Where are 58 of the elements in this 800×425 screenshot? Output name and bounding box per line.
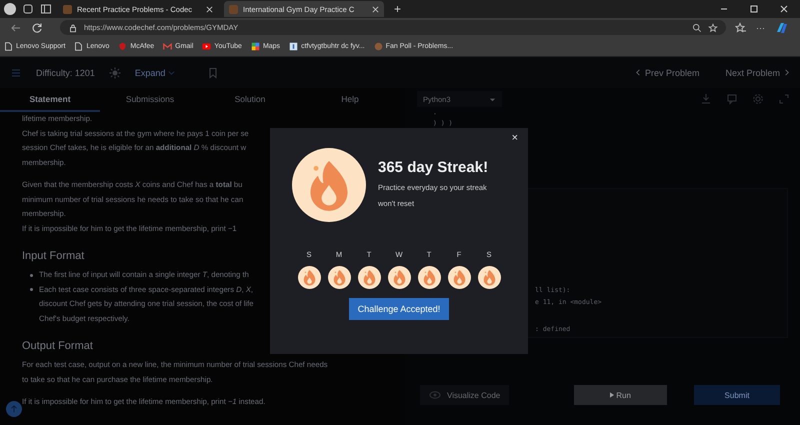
zoom-icon[interactable] <box>692 22 702 32</box>
maximize-icon[interactable] <box>749 4 759 14</box>
page-icon <box>4 42 13 51</box>
expand-dropdown[interactable]: Expand <box>134 68 176 78</box>
close-icon[interactable] <box>779 4 789 14</box>
close-icon[interactable] <box>206 6 213 12</box>
tab-actions-icon[interactable] <box>40 3 52 15</box>
prev-problem-button[interactable]: Prev Problem <box>634 68 700 78</box>
flame-icon <box>298 266 320 289</box>
profile-avatar[interactable] <box>4 3 16 15</box>
play-icon <box>610 392 614 398</box>
flame-icon <box>328 266 350 289</box>
chevron-left-icon <box>634 69 642 76</box>
chevron-down-icon <box>168 69 176 76</box>
flame-icon <box>292 148 366 222</box>
section-heading: Input Format <box>22 250 84 262</box>
caret-icon <box>489 96 496 102</box>
bullet-icon <box>30 288 33 292</box>
flame-icon <box>388 266 410 289</box>
close-button[interactable]: × <box>510 132 520 144</box>
run-button[interactable]: Run <box>574 385 667 405</box>
new-tab-button[interactable]: + <box>390 2 406 16</box>
more-menu-button[interactable]: ··· <box>756 22 765 32</box>
flame-icon <box>358 266 380 289</box>
chevron-right-icon <box>783 69 790 76</box>
flame-icon <box>418 266 440 289</box>
site-icon <box>63 4 72 14</box>
site-icon <box>374 42 383 51</box>
favorites-icon[interactable] <box>735 22 747 34</box>
submit-button[interactable]: Submit <box>694 385 780 405</box>
star-icon[interactable] <box>708 22 718 32</box>
section-heading: Output Format <box>22 340 93 352</box>
problem-tab[interactable]: Solution <box>200 88 300 112</box>
lock-icon <box>68 22 78 32</box>
site-icon <box>229 4 238 14</box>
refresh-icon[interactable] <box>31 22 43 34</box>
difficulty-label: Difficulty: 1201 <box>36 68 95 78</box>
problem-tab[interactable]: Statement <box>0 88 100 112</box>
flame-icon <box>478 266 500 289</box>
arrow-up-icon <box>10 405 18 413</box>
visualize-code-button[interactable]: Visualize Code <box>420 385 510 405</box>
problem-tab[interactable]: Submissions <box>100 88 200 112</box>
next-problem-button[interactable]: Next Problem <box>725 68 790 78</box>
problem-tab[interactable]: Help <box>300 88 400 112</box>
bullet-icon <box>30 274 33 277</box>
close-icon[interactable] <box>372 6 379 12</box>
play-icon <box>202 42 212 51</box>
workspaces-icon[interactable] <box>22 3 34 15</box>
map-icon <box>250 42 260 51</box>
page-icon <box>74 42 84 51</box>
mail-icon <box>163 42 172 51</box>
dialog-title: 365 day Streak! <box>378 158 490 176</box>
shield-icon <box>118 42 128 51</box>
site-icon <box>289 42 298 51</box>
flame-icon <box>448 266 470 289</box>
challenge-accepted-button[interactable]: Challenge Accepted! <box>348 298 450 320</box>
back-arrow-icon[interactable] <box>10 22 22 34</box>
eye-icon <box>429 389 441 401</box>
